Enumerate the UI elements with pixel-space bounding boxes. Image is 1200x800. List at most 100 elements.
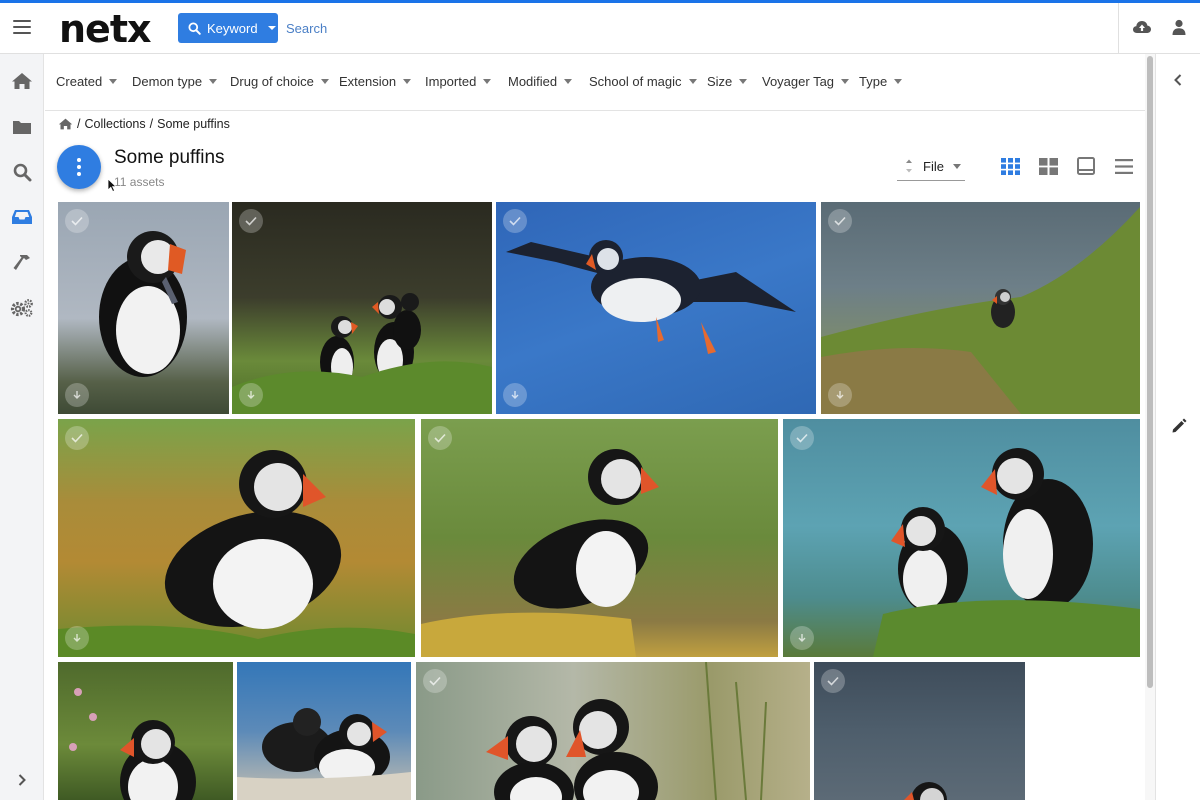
asset-thumbnail-4[interactable] — [821, 202, 1140, 414]
filter-label: Size — [707, 74, 733, 89]
select-checkbox[interactable] — [239, 209, 263, 233]
sidebar-item-inbox[interactable] — [0, 199, 44, 235]
app-logo[interactable]: netx — [59, 7, 152, 51]
check-icon — [71, 433, 83, 443]
asset-thumbnail-5[interactable] — [58, 419, 415, 657]
sidebar — [0, 54, 44, 800]
gears-icon — [10, 299, 33, 317]
download-button[interactable] — [65, 383, 89, 407]
filter-label: School of magic — [589, 74, 682, 89]
caret-down-icon — [320, 79, 329, 84]
asset-thumbnail-8[interactable] — [58, 662, 233, 800]
filter-imported[interactable]: Imported — [425, 74, 492, 89]
puffins-image — [232, 293, 492, 414]
sidebar-item-search[interactable] — [0, 154, 44, 190]
select-checkbox[interactable] — [503, 209, 527, 233]
asset-thumbnail-2[interactable] — [232, 202, 492, 414]
filter-type[interactable]: Type — [859, 74, 903, 89]
asset-thumbnail-1[interactable] — [58, 202, 229, 414]
view-grid-small-button[interactable] — [1000, 157, 1020, 175]
puffin-cliff-image — [821, 207, 1140, 414]
check-icon — [796, 433, 808, 443]
scrollbar[interactable] — [1145, 54, 1155, 800]
search-mode-button[interactable]: Keyword — [178, 13, 278, 43]
filter-label: Voyager Tag — [762, 74, 835, 89]
select-checkbox[interactable] — [423, 669, 447, 693]
cloud-upload-icon[interactable] — [1133, 20, 1151, 34]
tablet-icon — [1077, 157, 1095, 175]
download-icon — [798, 634, 806, 642]
asset-thumbnail-11[interactable] — [814, 662, 1025, 800]
folder-icon — [13, 121, 31, 134]
asset-thumbnail-7[interactable] — [783, 419, 1140, 657]
asset-thumbnail-6[interactable] — [421, 419, 778, 657]
select-checkbox[interactable] — [828, 209, 852, 233]
scrollbar-thumb[interactable] — [1147, 56, 1153, 688]
view-list-button[interactable] — [1114, 157, 1134, 175]
filter-label: Created — [56, 74, 103, 89]
asset-thumbnail-10[interactable] — [416, 662, 810, 800]
view-preview-button[interactable] — [1076, 157, 1096, 175]
select-checkbox[interactable] — [428, 426, 452, 450]
select-checkbox[interactable] — [65, 426, 89, 450]
puffin-rock-image — [421, 449, 659, 657]
home-icon[interactable] — [58, 118, 73, 130]
download-button[interactable] — [503, 383, 527, 407]
sidebar-expand-button[interactable] — [0, 766, 44, 794]
filter-drug-of-choice[interactable]: Drug of choice — [230, 74, 329, 89]
asset-count: 11 assets — [114, 175, 165, 189]
check-icon — [827, 676, 839, 686]
pencil-icon[interactable] — [1170, 417, 1188, 435]
search-input[interactable] — [286, 15, 686, 41]
sidebar-item-folders[interactable] — [0, 109, 44, 145]
search-icon — [13, 163, 31, 181]
puffins-resting-image — [237, 708, 411, 800]
two-puffins-image — [873, 448, 1140, 657]
breadcrumb-separator: / — [77, 117, 81, 131]
asset-thumbnail-3[interactable] — [496, 202, 816, 414]
actions-menu-button[interactable] — [57, 145, 101, 189]
sort-select[interactable]: File — [897, 152, 965, 181]
sidebar-item-tools[interactable] — [0, 245, 44, 281]
filter-size[interactable]: Size — [707, 74, 748, 89]
filter-demon-type[interactable]: Demon type — [132, 74, 218, 89]
filter-label: Type — [859, 74, 888, 89]
download-button[interactable] — [239, 383, 263, 407]
select-checkbox[interactable] — [65, 209, 89, 233]
caret-down-icon — [688, 79, 697, 84]
asset-thumbnail-9[interactable] — [237, 662, 411, 800]
right-panel — [1155, 54, 1200, 800]
check-icon — [245, 216, 257, 226]
view-grid-large-button[interactable] — [1038, 157, 1058, 175]
sidebar-item-home[interactable] — [0, 63, 44, 99]
download-icon — [73, 391, 81, 399]
filter-modified[interactable]: Modified — [508, 74, 573, 89]
user-icon[interactable] — [1172, 19, 1186, 35]
header: netx Keyword — [0, 3, 1200, 54]
check-icon — [429, 676, 441, 686]
download-button[interactable] — [65, 626, 89, 650]
caret-down-icon — [739, 79, 748, 84]
check-icon — [834, 216, 846, 226]
filter-school-of-magic[interactable]: School of magic — [589, 74, 697, 89]
breadcrumb-collections[interactable]: Collections — [84, 117, 145, 131]
inbox-icon — [12, 210, 32, 224]
filter-bar: Created Demon type Drug of choice Extens… — [45, 54, 1145, 111]
caret-down-icon — [267, 26, 276, 30]
filter-label: Demon type — [132, 74, 203, 89]
filter-voyager-tag[interactable]: Voyager Tag — [762, 74, 850, 89]
hammer-icon — [13, 255, 30, 270]
check-icon — [509, 216, 521, 226]
caret-down-icon — [403, 79, 412, 84]
filter-extension[interactable]: Extension — [339, 74, 412, 89]
filter-created[interactable]: Created — [56, 74, 118, 89]
download-button[interactable] — [790, 626, 814, 650]
home-icon — [12, 73, 32, 89]
select-checkbox[interactable] — [821, 669, 845, 693]
menu-icon[interactable] — [13, 20, 31, 34]
caret-down-icon — [483, 79, 492, 84]
download-button[interactable] — [828, 383, 852, 407]
sidebar-item-settings[interactable] — [0, 290, 44, 326]
panel-toggle-button[interactable] — [1168, 70, 1188, 90]
select-checkbox[interactable] — [790, 426, 814, 450]
